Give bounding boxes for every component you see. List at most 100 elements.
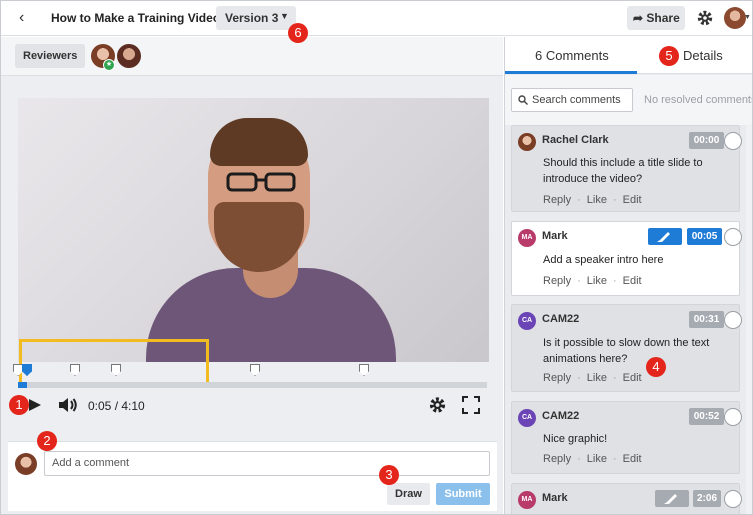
back-arrow-icon[interactable]: ‹	[19, 10, 33, 26]
share-button[interactable]: ➦ Share	[627, 6, 685, 30]
comment-author: Mark	[542, 230, 568, 242]
reply-link[interactable]: Reply	[543, 372, 571, 384]
comment-author: CAM22	[542, 410, 580, 422]
resolve-toggle[interactable]	[724, 311, 742, 329]
resolve-toggle[interactable]	[724, 490, 742, 508]
comment-actions: Reply · Like · Edit	[543, 194, 642, 206]
comment-marker-active[interactable]	[22, 364, 32, 376]
video-person-hair	[210, 118, 308, 166]
comment-author: Mark	[542, 492, 568, 504]
like-link[interactable]: Like	[587, 372, 607, 384]
reply-link[interactable]: Reply	[543, 275, 571, 287]
resolve-toggle[interactable]	[724, 132, 742, 150]
edit-link[interactable]: Edit	[623, 453, 642, 465]
search-bar: Search comments No resolved comments	[505, 75, 753, 125]
tab-details[interactable]: Details	[683, 48, 723, 63]
drawing-pencil-icon[interactable]	[648, 228, 682, 245]
share-label: Share	[646, 11, 680, 25]
edit-link[interactable]: Edit	[623, 372, 642, 384]
comment-avatar: MA	[518, 491, 536, 509]
resolve-toggle[interactable]	[724, 228, 742, 246]
progress-fill	[18, 382, 28, 388]
video-frame[interactable]	[18, 98, 489, 362]
callout-badge: 1	[9, 395, 29, 415]
comment-card[interactable]: CA CAM22 00:52 Nice graphic! Reply · Like ·…	[511, 401, 742, 474]
search-placeholder: Search comments	[532, 94, 621, 106]
like-link[interactable]: Like	[587, 194, 607, 206]
resolved-comments-text: No resolved comments	[644, 94, 753, 106]
comment-avatar: CA	[518, 312, 536, 330]
comment-timestamp[interactable]: 00:31	[689, 311, 724, 328]
volume-icon[interactable]	[57, 395, 79, 415]
tab-bar: 6 Comments Details	[505, 37, 752, 74]
comment-marker[interactable]	[13, 364, 23, 376]
reviewers-bar: Reviewers ★	[1, 37, 503, 76]
search-icon	[518, 95, 528, 105]
callout-badge: 4	[646, 357, 666, 377]
user-avatar[interactable]	[724, 7, 746, 29]
reviewer-avatar[interactable]	[117, 44, 141, 68]
comment-marker[interactable]	[250, 364, 260, 376]
drawing-annotation	[19, 339, 209, 387]
comment-author: CAM22	[542, 313, 580, 325]
comment-actions: Reply · Like · Edit	[543, 453, 642, 465]
tab-comments[interactable]: 6 Comments	[535, 48, 609, 63]
video-title: How to Make a Training Video	[51, 11, 221, 25]
version-dropdown[interactable]: Version 3 ▼	[216, 6, 296, 30]
comment-text: Should this include a title slide to int…	[543, 157, 703, 185]
composer-avatar	[15, 453, 37, 475]
avatar-caret-icon[interactable]: ▼	[744, 14, 751, 21]
comment-card[interactable]: CA CAM22 00:31 Is it possible to slow do…	[511, 304, 742, 392]
edit-link[interactable]: Edit	[623, 275, 642, 287]
comment-composer: Add a comment Draw Submit	[8, 441, 497, 511]
like-link[interactable]: Like	[587, 275, 607, 287]
submit-button[interactable]: Submit	[436, 483, 490, 505]
comment-card[interactable]: Rachel Clark 00:00 Should this include a…	[511, 125, 742, 212]
player-panel: Reviewers ★ 0:05 / 4:10 Add a comment Dr…	[1, 37, 503, 514]
reviewers-button[interactable]: Reviewers	[15, 44, 85, 68]
edit-link[interactable]: Edit	[623, 194, 642, 206]
app-window: ‹ How to Make a Training Video Version 3…	[0, 0, 753, 515]
drawing-pencil-icon[interactable]	[655, 490, 689, 507]
comment-text: Nice graphic!	[543, 433, 608, 445]
search-input[interactable]: Search comments	[511, 88, 633, 112]
callout-badge: 5	[659, 46, 679, 66]
comment-timestamp[interactable]: 00:00	[689, 132, 724, 149]
callout-badge: 3	[379, 465, 399, 485]
comment-timestamp[interactable]: 00:52	[689, 408, 724, 425]
fullscreen-icon[interactable]	[461, 395, 481, 415]
comment-marker[interactable]	[70, 364, 80, 376]
comment-actions: Reply · Like · Edit	[543, 275, 642, 287]
chevron-down-icon: ▼	[280, 11, 289, 21]
reply-link[interactable]: Reply	[543, 194, 571, 206]
play-icon[interactable]	[28, 395, 42, 415]
comment-card[interactable]: MA Mark 00:05 Add a speaker intro here R…	[511, 221, 742, 296]
comments-panel: 6 Comments Details Search comments No re…	[504, 37, 753, 514]
progress-bar[interactable]	[18, 382, 487, 388]
like-link[interactable]: Like	[587, 453, 607, 465]
comment-marker[interactable]	[359, 364, 369, 376]
settings-gear-icon[interactable]	[428, 395, 447, 415]
comment-text: Is it possible to slow down the text ani…	[543, 337, 710, 365]
scrollbar[interactable]	[746, 125, 752, 514]
gear-icon[interactable]	[696, 9, 714, 27]
video-person-glasses	[226, 172, 296, 192]
time-display: 0:05 / 4:10	[88, 399, 145, 413]
reply-link[interactable]: Reply	[543, 453, 571, 465]
comment-input[interactable]: Add a comment	[44, 451, 490, 476]
comment-marker[interactable]	[111, 364, 121, 376]
comment-text: Add a speaker intro here	[543, 254, 664, 266]
comment-avatar	[518, 133, 536, 151]
comment-markers	[13, 364, 493, 378]
resolve-toggle[interactable]	[724, 408, 742, 426]
callout-badge: 2	[37, 431, 57, 451]
comment-timestamp[interactable]: 2:06	[693, 490, 721, 507]
top-bar: ‹ How to Make a Training Video Version 3…	[1, 1, 752, 36]
comment-avatar: CA	[518, 409, 536, 427]
callout-badge: 6	[288, 23, 308, 43]
comment-timestamp[interactable]: 00:05	[687, 228, 722, 245]
comment-avatar: MA	[518, 229, 536, 247]
comment-card[interactable]: MA Mark 2:06	[511, 483, 742, 514]
version-label: Version 3	[225, 11, 279, 25]
draw-button[interactable]: Draw	[387, 483, 430, 505]
